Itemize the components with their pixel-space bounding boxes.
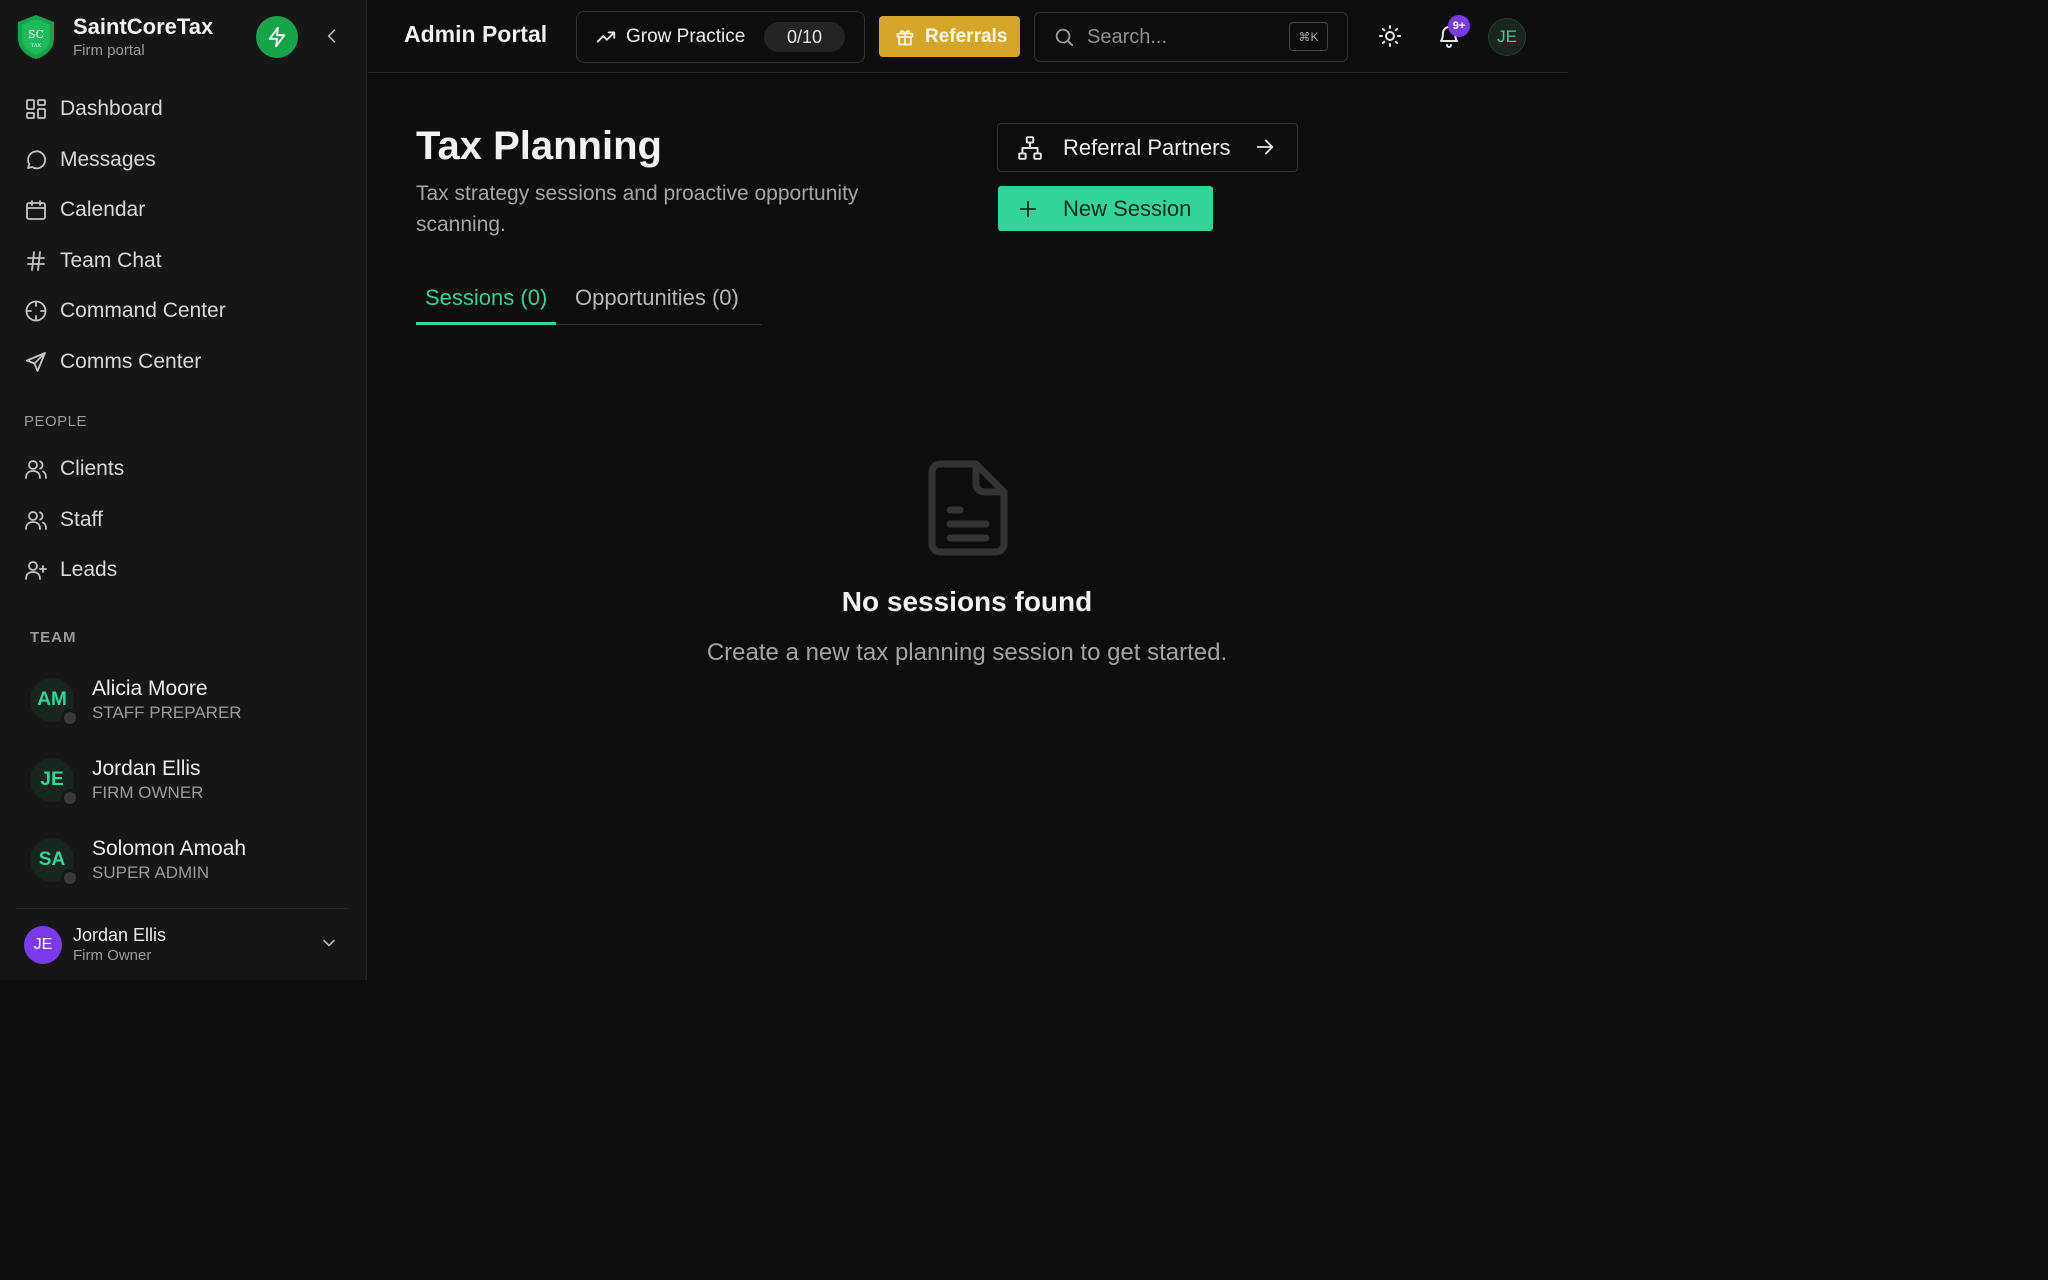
avatar: AM xyxy=(30,678,79,727)
new-session-label: New Session xyxy=(1063,195,1192,221)
nav-item-clients[interactable]: Clients xyxy=(0,444,367,495)
sun-icon[interactable] xyxy=(1378,24,1402,48)
user-name: Jordan Ellis xyxy=(73,924,167,945)
user-avatar: JE xyxy=(24,925,62,964)
network-icon xyxy=(1018,135,1042,160)
nav-label: Calendar xyxy=(60,198,146,222)
top-bar: Admin Portal Grow Practice 0/10 Referral… xyxy=(368,0,1568,73)
nav-item-comms-center[interactable]: Comms Center xyxy=(0,337,367,388)
nav-label: Staff xyxy=(60,507,103,531)
nav-item-dashboard[interactable]: Dashboard xyxy=(0,84,367,135)
team-member[interactable]: JE Jordan Ellis FIRM OWNER xyxy=(0,740,367,820)
nav-label: Team Chat xyxy=(60,248,162,272)
referral-partners-label: Referral Partners xyxy=(1063,134,1231,160)
send-icon xyxy=(26,351,46,372)
logo-tag: TAX xyxy=(31,43,42,49)
nav-label: Comms Center xyxy=(60,349,202,373)
sidebar: SC TAX SaintCoreTax Firm portal Dashboar… xyxy=(0,0,367,980)
tab-sessions[interactable]: Sessions (0) xyxy=(416,281,557,325)
nav-item-command-center[interactable]: Command Center xyxy=(0,286,367,337)
referrals-button[interactable]: Referrals xyxy=(879,16,1020,57)
nav-item-staff[interactable]: Staff xyxy=(0,495,367,546)
brand-name: SaintCoreTax xyxy=(73,14,214,39)
presence-dot xyxy=(61,709,79,727)
nav-item-team-chat[interactable]: Team Chat xyxy=(0,236,367,287)
member-role: SUPER ADMIN xyxy=(92,863,210,882)
nav-item-messages[interactable]: Messages xyxy=(0,135,367,186)
avatar: JE xyxy=(30,758,79,807)
search-box[interactable]: ⌘K xyxy=(1034,12,1348,62)
lightning-bolt-icon xyxy=(268,26,286,48)
plus-icon xyxy=(1019,200,1037,217)
tab-opportunities[interactable]: Opportunities (0) xyxy=(566,281,748,325)
hash-icon xyxy=(27,250,45,271)
referrals-label: Referrals xyxy=(925,25,1008,47)
nav-item-leads[interactable]: Leads xyxy=(0,545,367,596)
people-nav: Clients Staff Leads xyxy=(0,444,367,596)
avatar: SA xyxy=(30,838,79,887)
layout-grid-icon xyxy=(26,99,46,120)
tab-bar: Sessions (0) Opportunities (0) xyxy=(416,281,762,325)
grow-practice-button[interactable]: Grow Practice 0/10 xyxy=(576,11,865,63)
shield-logo-icon: SC TAX xyxy=(18,15,54,59)
nav-label: Clients xyxy=(60,457,125,481)
brand-subtitle: Firm portal xyxy=(73,42,145,59)
team-member[interactable]: SA Solomon Amoah SUPER ADMIN xyxy=(0,820,367,900)
presence-dot xyxy=(61,869,79,887)
profile-avatar[interactable]: JE xyxy=(1488,18,1526,56)
member-role: FIRM OWNER xyxy=(92,783,204,802)
search-shortcut-hint: ⌘K xyxy=(1289,22,1328,51)
people-section-label: PEOPLE xyxy=(24,413,88,430)
calendar-icon xyxy=(26,200,46,221)
search-icon xyxy=(1055,28,1074,47)
member-name: Alicia Moore xyxy=(92,677,208,700)
collapse-sidebar-chevron-icon[interactable] xyxy=(322,26,342,46)
member-role: STAFF PREPARER xyxy=(92,703,242,722)
empty-state-subtitle: Create a new tax planning session to get… xyxy=(706,639,1228,666)
team-list: AM Alicia Moore STAFF PREPARER JE Jordan… xyxy=(0,660,367,900)
main-nav: Dashboard Messages Calendar Team Chat Co… xyxy=(0,84,367,387)
user-menu[interactable]: JE Jordan Ellis Firm Owner xyxy=(16,908,347,980)
search-input[interactable] xyxy=(1087,25,1277,49)
referral-partners-button[interactable]: Referral Partners xyxy=(997,123,1298,172)
avatar-initials: AM xyxy=(37,689,67,710)
page-title: Tax Planning xyxy=(416,124,662,168)
user-plus-icon xyxy=(25,561,47,581)
nav-label: Command Center xyxy=(60,299,226,323)
avatar-initials: SA xyxy=(38,849,66,870)
portal-title: Admin Portal xyxy=(404,21,548,47)
empty-state-title: No sessions found xyxy=(841,586,1093,617)
new-session-button[interactable]: New Session xyxy=(998,186,1213,231)
grow-progress-badge: 0/10 xyxy=(764,22,845,52)
arrow-right-icon xyxy=(1256,139,1274,155)
brand[interactable]: SC TAX SaintCoreTax Firm portal xyxy=(16,14,213,62)
member-name: Solomon Amoah xyxy=(92,837,247,860)
avatar-initials: JE xyxy=(40,769,64,790)
team-member[interactable]: AM Alicia Moore STAFF PREPARER xyxy=(0,660,367,740)
team-section-label: TEAM xyxy=(30,629,77,646)
quick-action-button[interactable] xyxy=(256,16,298,58)
member-name: Jordan Ellis xyxy=(92,757,201,780)
file-text-icon xyxy=(928,460,1008,556)
nav-label: Dashboard xyxy=(60,97,163,121)
trending-up-icon xyxy=(596,31,616,43)
users-icon xyxy=(25,510,47,530)
gift-icon xyxy=(896,29,914,45)
nav-label: Leads xyxy=(60,558,118,582)
chevron-down-icon xyxy=(323,939,335,947)
presence-dot xyxy=(61,789,79,807)
grow-practice-label: Grow Practice xyxy=(626,26,746,47)
user-role: Firm Owner xyxy=(73,946,152,964)
crosshair-icon xyxy=(25,300,47,322)
page-description: Tax strategy sessions and proactive oppo… xyxy=(416,182,859,236)
notification-count-badge: 9+ xyxy=(1448,15,1470,37)
users-icon xyxy=(25,460,47,480)
nav-label: Messages xyxy=(60,147,156,171)
nav-item-calendar[interactable]: Calendar xyxy=(0,185,367,236)
message-circle-icon xyxy=(27,150,46,169)
logo-initials: SC xyxy=(28,28,44,41)
